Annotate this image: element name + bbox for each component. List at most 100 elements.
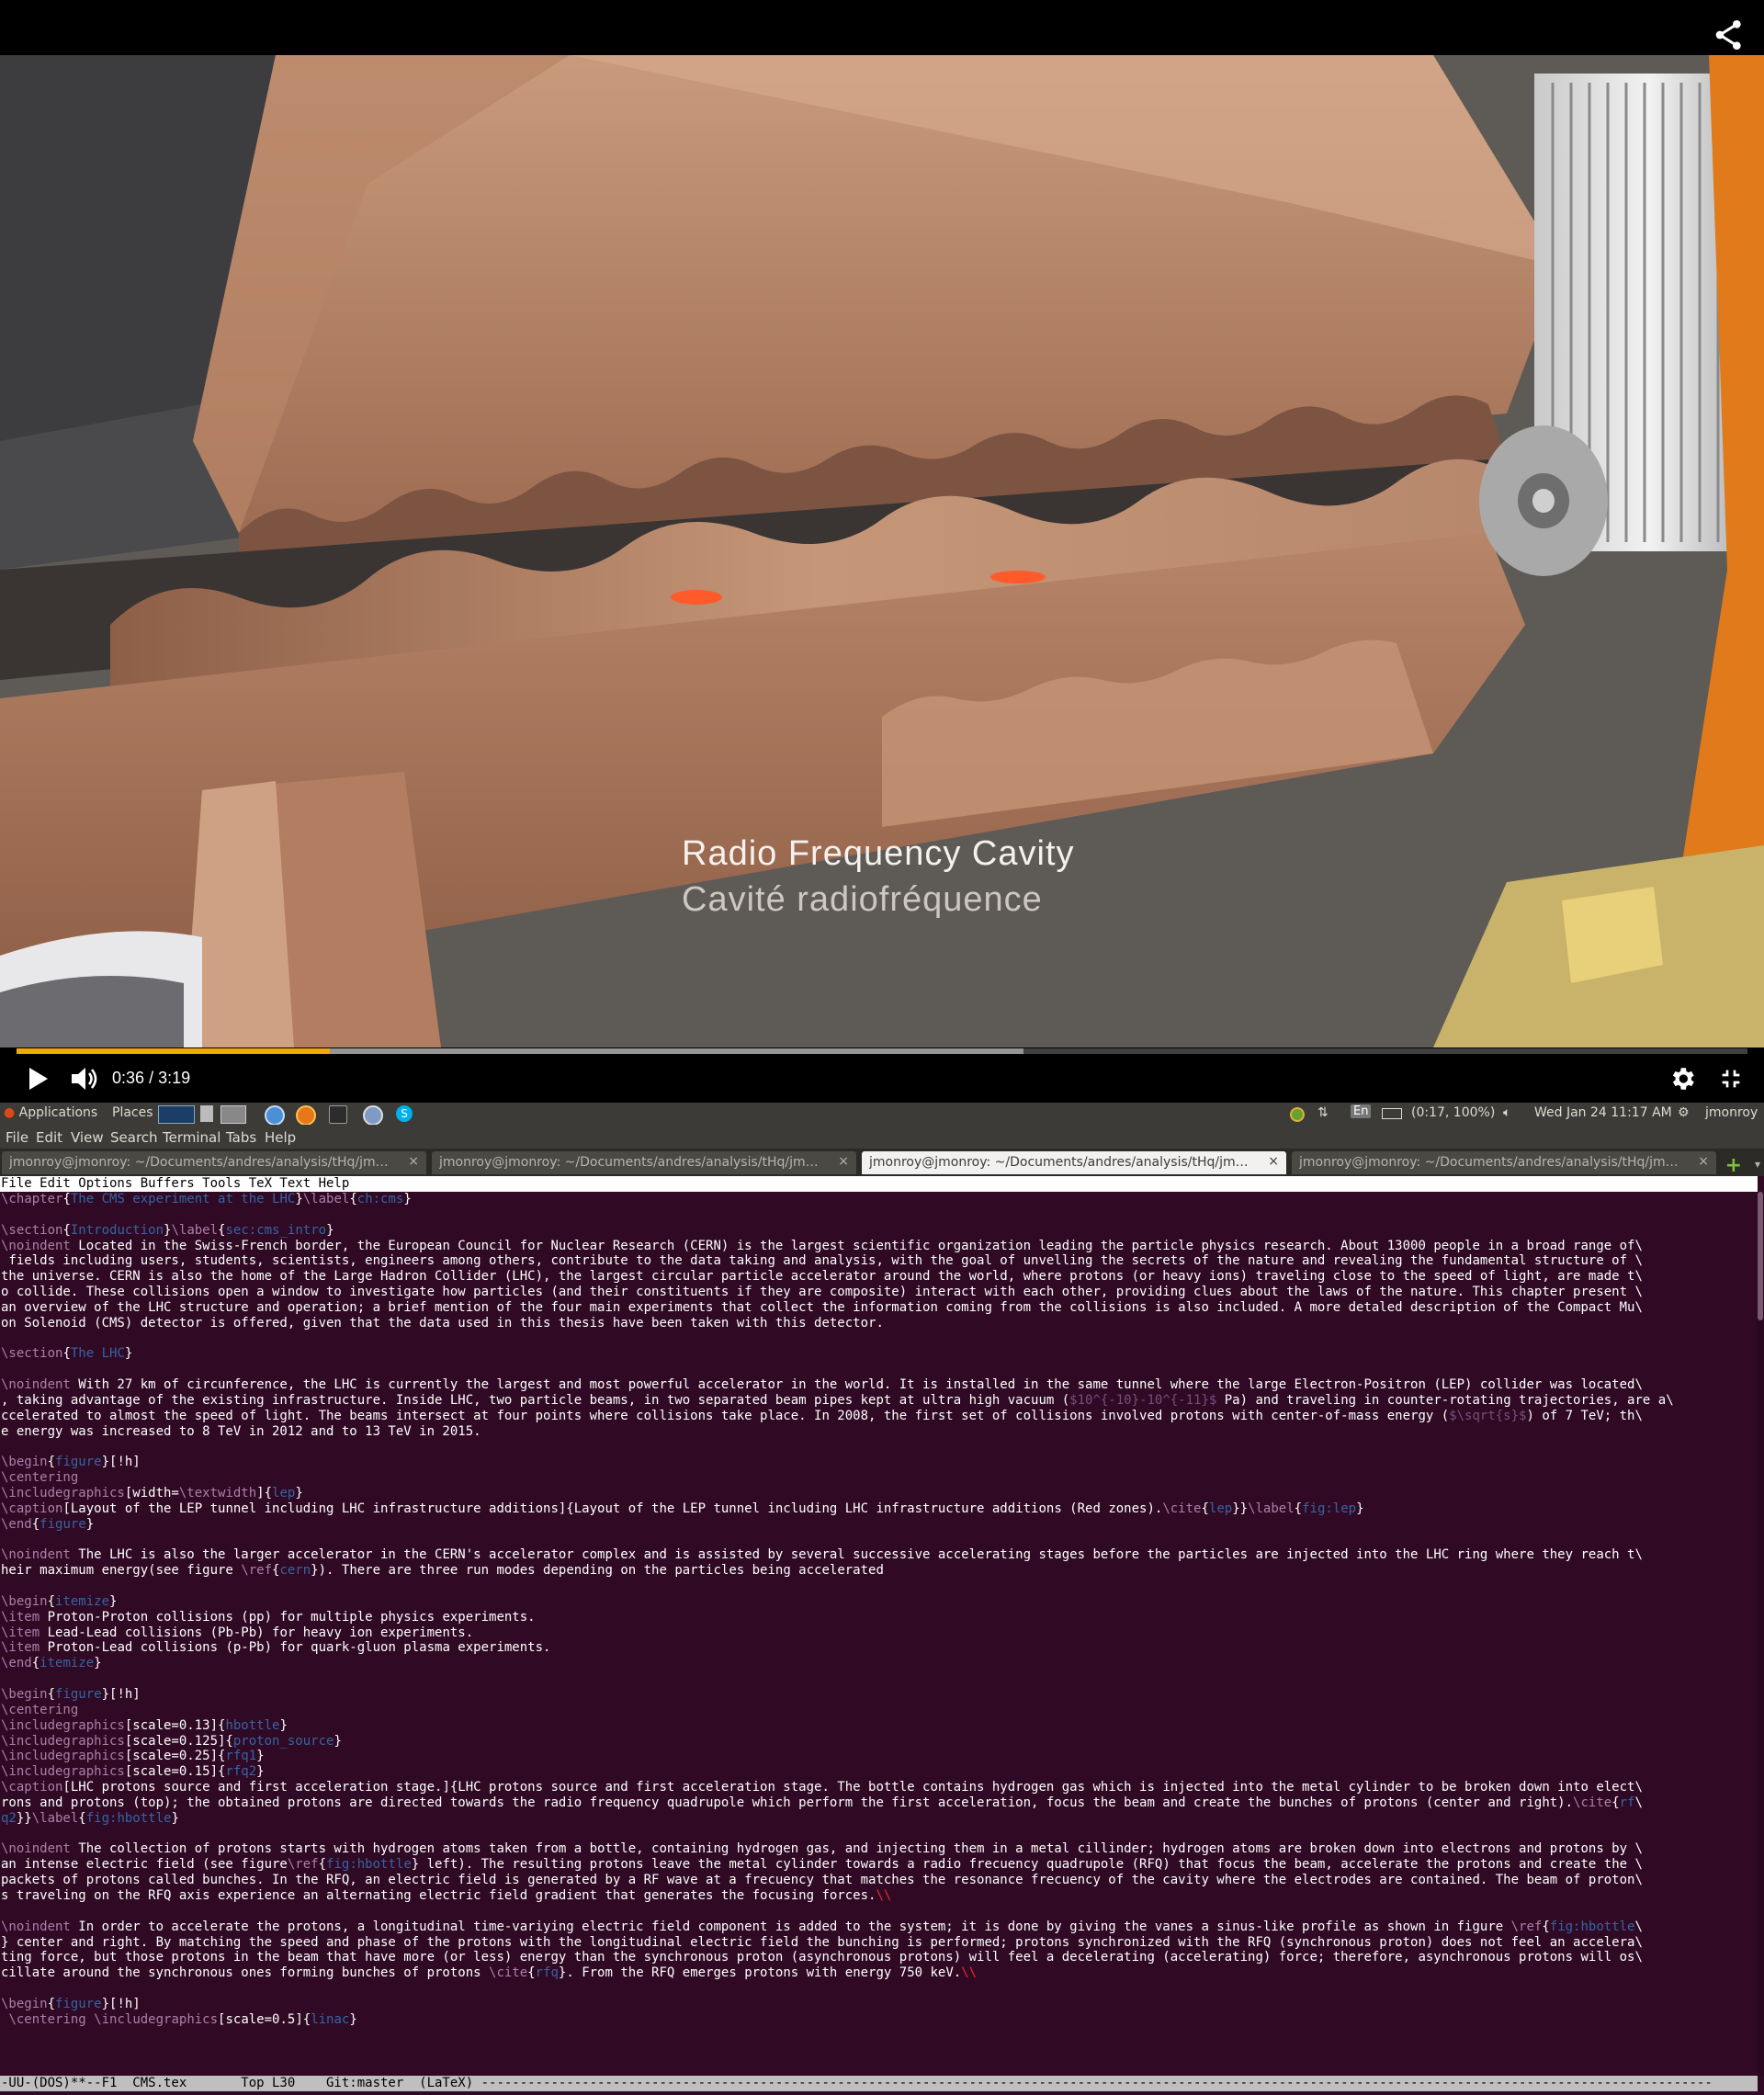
code-token: }: [334, 1733, 342, 1749]
tab-label: jmonroy@jmonroy: ~/Documents/andres/anal…: [869, 1155, 1255, 1170]
applications-menu[interactable]: ● Applications: [4, 1105, 97, 1120]
trash-icon[interactable]: [200, 1105, 213, 1122]
scrollbar-thumb[interactable]: [1758, 1192, 1763, 1320]
terminal-tab-1[interactable]: jmonroy@jmonroy: ~/Documents/andres/anal…: [2, 1151, 426, 1174]
update-notifier-icon[interactable]: [1290, 1107, 1305, 1122]
code-token: q2: [1, 1810, 17, 1826]
code-token: [scale=0.13]{: [124, 1717, 226, 1733]
code-token: [scale=0.15]{: [124, 1764, 226, 1780]
menu-edit[interactable]: Edit: [36, 1129, 62, 1146]
terminal-launcher-icon[interactable]: [329, 1105, 347, 1124]
editor-line: an overview of the LHC structure and ope…: [1, 1300, 1758, 1316]
code-token: With 27 km of circunference, the LHC is …: [70, 1377, 1643, 1393]
firefox-icon[interactable]: [296, 1105, 316, 1126]
places-menu[interactable]: Places: [112, 1105, 153, 1120]
code-token: \label: [31, 1810, 79, 1826]
terminal-tab-2[interactable]: jmonroy@jmonroy: ~/Documents/andres/anal…: [432, 1151, 856, 1174]
emacs-menubar[interactable]: File Edit Options Buffers Tools TeX Text…: [0, 1176, 1758, 1192]
code-token: \chapter: [1, 1192, 63, 1206]
code-token: \noindent: [1, 1377, 71, 1393]
share-button[interactable]: [1711, 17, 1747, 53]
code-token: Pa) and traveling in counter-rotating tr…: [1216, 1392, 1674, 1408]
session-gear-icon[interactable]: ⚙︎: [1678, 1105, 1690, 1120]
chromium-icon[interactable]: [265, 1105, 285, 1126]
terminal-tab-4[interactable]: jmonroy@jmonroy: ~/Documents/andres/anal…: [1292, 1151, 1716, 1174]
tab-list-chevron-icon[interactable]: ▾: [1755, 1158, 1760, 1171]
editor-line: , taking advantage of the existing infra…: [1, 1393, 1758, 1409]
code-token: cern: [279, 1563, 311, 1579]
browser-globe-icon[interactable]: [363, 1105, 383, 1126]
editor-line: an intense electric field (see figure\re…: [1, 1857, 1758, 1873]
code-token: {: [318, 1857, 327, 1873]
workspace-switcher-icon[interactable]: [220, 1105, 246, 1124]
battery-status[interactable]: (0:17, 100%): [1411, 1105, 1495, 1120]
volume-icon: [72, 1068, 97, 1090]
code-token: \noindent: [1, 1919, 71, 1934]
code-token: an intense electric field (see figure: [1, 1857, 288, 1873]
code-token: fields including users, students, scient…: [1, 1253, 1643, 1269]
sound-icon[interactable]: 🔈︎: [1503, 1105, 1510, 1120]
terminal-tab-bar: jmonroy@jmonroy: ~/Documents/andres/anal…: [0, 1149, 1764, 1176]
tab-close-icon[interactable]: ×: [408, 1154, 419, 1169]
code-token: rf: [1619, 1795, 1635, 1810]
code-token: figure: [40, 1516, 86, 1532]
menu-tabs[interactable]: Tabs: [226, 1129, 256, 1146]
menu-view[interactable]: View: [71, 1129, 104, 1146]
tab-close-icon[interactable]: ×: [838, 1154, 849, 1169]
editor-line: } center and right. By matching the spee…: [1, 1935, 1758, 1951]
code-token: [scale=0.25]{: [124, 1749, 226, 1764]
play-button[interactable]: [24, 1064, 51, 1093]
code-token: \ref: [287, 1857, 319, 1873]
code-token: $\sqrt{s}$: [1449, 1408, 1527, 1423]
code-token: {: [62, 1192, 71, 1206]
menu-search[interactable]: Search: [110, 1129, 158, 1146]
video-player[interactable]: Radio Frequency Cavity Cavité radiofréqu…: [0, 0, 1764, 1103]
editor-line: \centering: [1, 1703, 1758, 1718]
code-token: [Layout of the LEP tunnel including LHC …: [62, 1500, 1163, 1516]
code-token: The LHC is also the larger accelerator i…: [70, 1547, 1643, 1563]
code-token: rfq: [535, 1965, 559, 1981]
terminal-tab-3-active[interactable]: jmonroy@jmonroy: ~/Documents/andres/anal…: [862, 1151, 1286, 1174]
editor-line: cillate around the synchronous ones form…: [1, 1965, 1758, 1981]
system-monitor-icon[interactable]: [158, 1105, 195, 1124]
code-token: {: [47, 1687, 56, 1702]
code-token: Introduction: [70, 1222, 164, 1238]
menu-file[interactable]: File: [6, 1129, 28, 1146]
new-tab-icon[interactable]: +: [1725, 1154, 1742, 1177]
code-token: ccelerated to almost the speed of light.…: [1, 1408, 1450, 1423]
network-arrows-icon[interactable]: ⇅: [1317, 1105, 1329, 1120]
user-name[interactable]: jmonroy: [1705, 1105, 1758, 1120]
progress-bar[interactable]: [17, 1048, 1747, 1054]
code-token: \begin: [1, 1593, 48, 1609]
volume-button[interactable]: [68, 1064, 101, 1093]
video-frame[interactable]: Radio Frequency Cavity Cavité radiofréqu…: [0, 55, 1764, 1048]
editor-line: ting force, but those protons in the bea…: [1, 1950, 1758, 1965]
code-token: \begin: [1, 1455, 48, 1470]
editor-line: on Solenoid (CMS) detector is offered, g…: [1, 1316, 1758, 1331]
terminal-scrollbar[interactable]: [1757, 1192, 1764, 2076]
code-token: The collection of protons starts with hy…: [70, 1841, 1643, 1857]
emacs-editor-buffer[interactable]: \chapter{The CMS experiment at the LHC}\…: [0, 1192, 1758, 2076]
code-token: lep: [1208, 1500, 1233, 1516]
tab-close-icon[interactable]: ×: [1268, 1154, 1279, 1169]
code-token: fig:lep: [1302, 1500, 1357, 1516]
code-token: ting force, but those protons in the bea…: [1, 1950, 1643, 1965]
code-token: } left). The resulting protons leave the…: [411, 1857, 1643, 1873]
tab-close-icon[interactable]: ×: [1698, 1154, 1709, 1169]
code-token: \includegraphics: [1, 1733, 125, 1749]
clock[interactable]: Wed Jan 24 11:17 AM: [1534, 1105, 1672, 1120]
settings-button[interactable]: [1667, 1064, 1698, 1093]
editor-line: fields including users, students, scient…: [1, 1253, 1758, 1269]
code-token: \label: [171, 1222, 219, 1238]
exit-fullscreen-button[interactable]: [1716, 1064, 1746, 1093]
code-token: }: [326, 1222, 334, 1238]
battery-icon[interactable]: [1382, 1108, 1402, 1119]
keyboard-layout-indicator[interactable]: En: [1351, 1104, 1372, 1118]
code-token: $10^{-10}-10^{-11}$: [1069, 1392, 1217, 1408]
skype-icon[interactable]: S: [396, 1105, 413, 1122]
menu-terminal[interactable]: Terminal: [163, 1129, 220, 1146]
menu-help[interactable]: Help: [265, 1129, 296, 1146]
